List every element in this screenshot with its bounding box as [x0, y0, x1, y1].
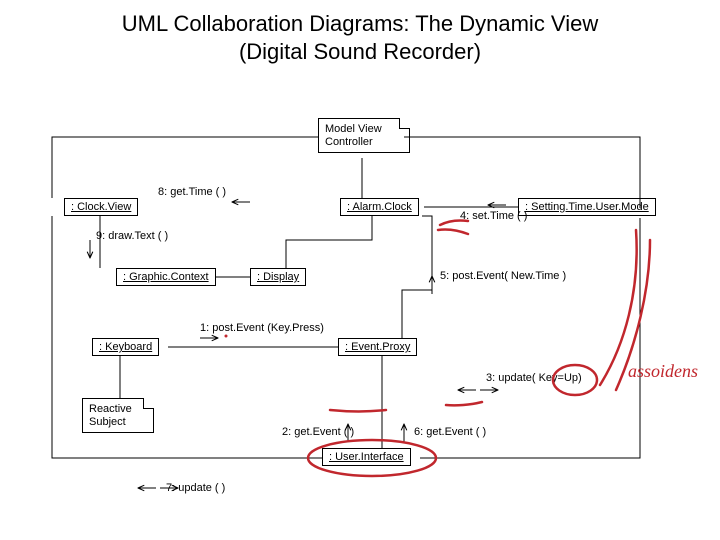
- obj-keyboard: : Keyboard: [92, 338, 159, 356]
- obj-clock-view: : Clock.View: [64, 198, 138, 216]
- note-reactive-subject: ReactiveSubject: [82, 398, 154, 433]
- obj-alarm-clock: : Alarm.Clock: [340, 198, 419, 216]
- diagram-canvas: Model ViewController ReactiveSubject : C…: [0, 90, 720, 540]
- obj-display: : Display: [250, 268, 306, 286]
- title-line1: UML Collaboration Diagrams: The Dynamic …: [0, 10, 720, 38]
- msg-5: 5: post.Event( New.Time ): [440, 270, 566, 282]
- msg-9: 9: draw.Text ( ): [96, 230, 168, 242]
- msg-2: 2: get.Event ( ): [282, 426, 354, 438]
- obj-event-proxy: : Event.Proxy: [338, 338, 417, 356]
- obj-setting-time-mode: : Setting.Time.User.Mode: [518, 198, 656, 216]
- connectors: [0, 90, 720, 540]
- msg-7: 7: update ( ): [166, 482, 225, 494]
- msg-1: 1: post.Event (Key.Press): [200, 322, 324, 334]
- title-line2: (Digital Sound Recorder): [0, 38, 720, 66]
- note-model-view-controller: Model ViewController: [318, 118, 410, 153]
- msg-6: 6: get.Event ( ): [414, 426, 486, 438]
- handwritten-annotation: assoidens: [628, 362, 698, 380]
- msg-4: 4: set.Time ( ): [460, 210, 527, 222]
- obj-graphic-context: : Graphic.Context: [116, 268, 216, 286]
- msg-8: 8: get.Time ( ): [158, 186, 226, 198]
- msg-3: 3: update( Key=Up): [486, 372, 582, 384]
- obj-user-interface: : User.Interface: [322, 448, 411, 466]
